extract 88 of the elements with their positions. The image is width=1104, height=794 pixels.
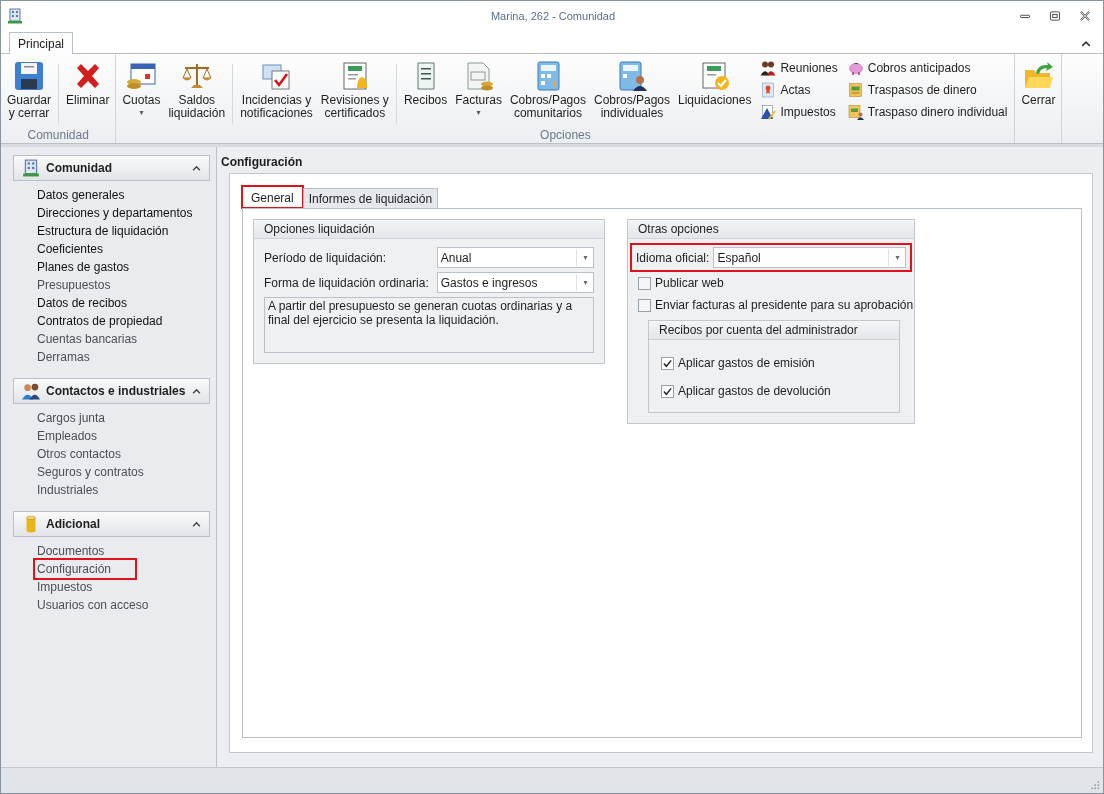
money-transfer-icon	[847, 82, 864, 98]
building-icon	[7, 8, 23, 24]
ribbon-button[interactable]: Cuotas	[118, 58, 165, 115]
panel-header[interactable]: Adicional	[13, 511, 210, 537]
sidebar-link[interactable]: Cuentas bancarias	[35, 330, 140, 348]
ribbon-button[interactable]: Traspaso dinero individual	[845, 102, 1010, 122]
group-title: Otras opciones	[628, 220, 914, 239]
checkbox-label: Aplicar gastos de devolución	[678, 384, 831, 398]
panel-title: Contactos e industriales	[46, 384, 186, 398]
close-icon	[1079, 10, 1091, 22]
dropdown-caret-icon	[893, 255, 901, 260]
sidebar-link[interactable]: Impuestos	[35, 578, 95, 596]
sidebar-link[interactable]: Datos de recibos	[35, 294, 130, 312]
ribbon-button[interactable]: Traspasos de dinero	[845, 80, 1010, 100]
checkbox-label: Enviar facturas al presidente para su aprobación	[655, 298, 914, 312]
field-label: Período de liquidación:	[264, 250, 388, 265]
ribbon-button[interactable]: Incidencias y notificaciones	[236, 58, 317, 128]
ribbon-button[interactable]: Revisiones y certificados	[316, 58, 393, 128]
checkbox-label: Aplicar gastos de emisión	[678, 356, 815, 370]
sidebar-link[interactable]: Otros contactos	[35, 445, 124, 463]
calculator-person-icon	[616, 60, 648, 92]
sidebar-link[interactable]: Usuarios con acceso	[35, 596, 151, 614]
field-label: Forma de liquidación ordinaria:	[264, 275, 429, 290]
restore-icon	[1049, 10, 1061, 22]
sidebar-link[interactable]: Cargos junta	[35, 409, 108, 427]
ribbon-button[interactable]: Eliminar	[62, 58, 114, 115]
sidebar-link[interactable]: Coeficientes	[35, 240, 106, 258]
ribbon-button[interactable]: Impuestos	[758, 102, 840, 122]
sidebar-link[interactable]: Derramas	[35, 348, 92, 366]
checkbox[interactable]	[661, 356, 674, 370]
field-label: Idioma oficial:	[636, 250, 710, 265]
chevron-up-icon	[1081, 39, 1091, 49]
ribbon-button[interactable]: Liquidaciones	[674, 58, 756, 115]
ribbon-button[interactable]: Guardar y cerrar	[3, 58, 56, 128]
ribbon-tab[interactable]: Principal	[9, 32, 74, 54]
checkmark-icon	[663, 358, 672, 368]
dropdown-caret-icon	[581, 255, 589, 260]
group-title: Recibos por cuenta del administrador	[649, 321, 899, 340]
ribbon-button[interactable]: Cobros anticipados	[845, 58, 1010, 78]
ribbon-button[interactable]: Facturas	[451, 58, 506, 115]
dropdown-caret-icon	[581, 280, 589, 285]
ribbon-button[interactable]: Cobros/Pagos individuales	[589, 58, 674, 128]
ribbon-button[interactable]: Cerrar	[1017, 58, 1060, 115]
description-text: A partir del presupuesto se generan cuotas ordinarias y a final del ejercicio se presenta la liquidación.	[264, 297, 594, 353]
calendar-coins-icon	[125, 60, 158, 92]
money-transfer-person-icon	[847, 104, 864, 120]
tab[interactable]: Informes de liquidación	[302, 188, 439, 208]
dropdown-field[interactable]: Anual	[436, 247, 594, 268]
checkbox-label: Publicar web	[655, 276, 724, 290]
dropdown-field[interactable]: Gastos e ingresos	[436, 272, 594, 293]
checkbox[interactable]	[638, 276, 651, 290]
sidebar-link[interactable]: Documentos	[35, 542, 107, 560]
resize-grip-icon	[1090, 780, 1100, 790]
sidebar-link[interactable]: Configuración	[35, 560, 136, 578]
ribbon-group-label: Comunidad	[26, 128, 90, 144]
checkmark-icon	[663, 386, 672, 396]
two-people-icon	[22, 382, 40, 400]
sidebar-link[interactable]: Presupuestos	[35, 276, 113, 294]
sidebar-link[interactable]: Direcciones y departamentos	[35, 204, 195, 222]
document-pen-icon	[760, 104, 777, 120]
sidebar-link[interactable]: Seguros y contratos	[35, 463, 146, 481]
sidebar-link[interactable]: Empleados	[35, 427, 100, 445]
sidebar-link[interactable]: Industriales	[35, 481, 101, 499]
sidebar-link[interactable]: Planes de gastos	[35, 258, 132, 276]
two-people-icon	[760, 60, 777, 76]
ribbon-button[interactable]: Actas	[758, 80, 840, 100]
panel-header[interactable]: Contactos e industriales	[13, 378, 210, 404]
sidebar-link[interactable]: Datos generales	[35, 186, 127, 204]
window-title: Marina, 262 - Comunidad	[489, 10, 617, 22]
sidebar-link[interactable]: Contratos de propiedad	[35, 312, 165, 330]
sidebar-link[interactable]: Estructura de liquidación	[35, 222, 171, 240]
checkbox[interactable]	[638, 298, 651, 312]
panel-title: Adicional	[46, 517, 101, 531]
ribbon-button[interactable]: Saldos liquidación	[164, 58, 230, 128]
dropdown-field[interactable]: Español	[713, 247, 906, 268]
piggy-bank-icon	[847, 60, 864, 76]
building-icon	[22, 159, 40, 177]
ribbon-button[interactable]: Reuniones	[758, 58, 840, 78]
page-title: Configuración	[221, 154, 304, 171]
panel-header[interactable]: Comunidad	[13, 155, 210, 181]
ribbon-group-label: Opciones	[539, 128, 592, 144]
panel-title: Comunidad	[46, 161, 113, 175]
ribbon-button[interactable]: Cobros/Pagos comunitarios	[505, 58, 590, 128]
group-title: Opciones liquidación	[254, 220, 604, 239]
certificate-icon	[760, 82, 777, 98]
checkbox[interactable]	[661, 384, 674, 398]
tab[interactable]: General	[242, 186, 303, 208]
ribbon-button[interactable]: Recibos	[399, 58, 452, 115]
